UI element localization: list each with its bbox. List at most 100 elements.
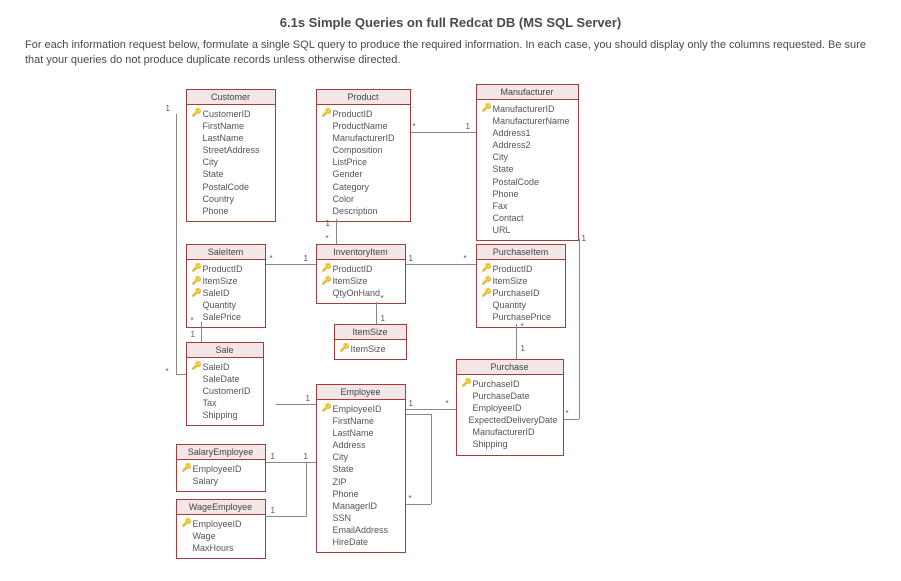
field-name: FirstName [203, 120, 245, 132]
field-name: ItemSize [333, 275, 368, 287]
field-row: State [322, 463, 400, 475]
entity-body: 🔑ProductID🔑ItemSize🔑SaleIDQuantitySalePr… [187, 260, 265, 328]
entity-body: 🔑EmployeeIDFirstNameLastNameAddressCityS… [317, 400, 405, 553]
field-name: SaleID [203, 361, 230, 373]
entity-employee: Employee🔑EmployeeIDFirstNameLastNameAddr… [316, 384, 406, 554]
key-icon: 🔑 [182, 518, 190, 529]
field-name: ManufacturerID [333, 132, 395, 144]
field-row: CustomerID [192, 385, 258, 397]
entity-inventoryitem: InventoryItem 🔑ProductID🔑ItemSizeQtyOnHan… [316, 244, 406, 304]
field-name: Address1 [493, 127, 531, 139]
field-row: Wage [182, 530, 260, 542]
entity-body: 🔑PurchaseIDPurchaseDateEmployeeIDExpecte… [457, 375, 563, 455]
field-name: ProductName [333, 120, 388, 132]
entity-purchaseitem: PurchaseItem🔑ProductID🔑ItemSize🔑Purchase… [476, 244, 566, 329]
field-name: State [203, 168, 224, 180]
field-name: Contact [493, 212, 524, 224]
field-row: LastName [322, 427, 400, 439]
key-icon: 🔑 [192, 361, 200, 372]
key-icon: 🔑 [192, 288, 200, 299]
page-title: 6.1s Simple Queries on full Redcat DB (M… [25, 15, 876, 30]
field-name: Address [333, 439, 366, 451]
field-row: Contact [482, 212, 573, 224]
field-name: ItemSize [351, 343, 386, 355]
entity-itemsize: ItemSize🔑ItemSize [334, 324, 407, 360]
field-name: SaleID [203, 287, 230, 299]
field-row: Country [192, 193, 270, 205]
key-icon: 🔑 [182, 463, 190, 474]
field-row: 🔑ProductID [322, 108, 405, 120]
field-row: Address1 [482, 127, 573, 139]
field-row: EmailAddress [322, 524, 400, 536]
field-row: State [192, 168, 270, 180]
field-row: 🔑ProductID [322, 263, 400, 275]
field-row: Gender [322, 168, 405, 180]
entity-saleitem: SaleItem🔑ProductID🔑ItemSize🔑SaleIDQuanti… [186, 244, 266, 329]
field-name: Wage [193, 530, 216, 542]
field-name: City [493, 151, 509, 163]
key-icon: 🔑 [482, 288, 490, 299]
field-name: ItemSize [493, 275, 528, 287]
field-name: PostalCode [493, 176, 540, 188]
field-name: ItemSize [203, 275, 238, 287]
field-row: 🔑ItemSize [192, 275, 260, 287]
key-icon: 🔑 [340, 343, 348, 354]
entity-header: WageEmployee [177, 500, 265, 515]
field-row: PostalCode [192, 181, 270, 193]
key-icon: 🔑 [482, 103, 490, 114]
entity-product: Product🔑ProductIDProductNameManufacturer… [316, 89, 411, 222]
key-icon: 🔑 [192, 263, 200, 274]
entity-body: 🔑CustomerIDFirstNameLastNameStreetAddres… [187, 105, 275, 221]
field-name: Phone [493, 188, 519, 200]
field-name: StreetAddress [203, 144, 260, 156]
field-name: PurchaseID [493, 287, 540, 299]
field-row: 🔑ItemSize [340, 343, 401, 355]
field-row: HireDate [322, 536, 400, 548]
key-icon: 🔑 [322, 403, 330, 414]
field-row: SaleDate [192, 373, 258, 385]
field-row: ExpectedDeliveryDate [462, 414, 558, 426]
field-name: Color [333, 193, 355, 205]
field-row: ManufacturerID [322, 132, 405, 144]
field-name: Gender [333, 168, 363, 180]
field-row: Address [322, 439, 400, 451]
field-name: ListPrice [333, 156, 368, 168]
field-row: 🔑PurchaseID [482, 287, 560, 299]
field-name: Quantity [493, 299, 527, 311]
field-name: MaxHours [193, 542, 234, 554]
field-name: QtyOnHand [333, 287, 381, 299]
field-name: LastName [203, 132, 244, 144]
field-row: Fax [482, 200, 573, 212]
field-row: 🔑SaleID [192, 287, 260, 299]
field-row: 🔑CustomerID [192, 108, 270, 120]
field-row: ProductName [322, 120, 405, 132]
field-row: Salary [182, 475, 260, 487]
field-row: Quantity [192, 299, 260, 311]
field-name: ZIP [333, 476, 347, 488]
field-row: Description [322, 205, 405, 217]
field-row: ManufacturerName [482, 115, 573, 127]
field-name: Composition [333, 144, 383, 156]
field-name: Phone [333, 488, 359, 500]
field-name: Tax [203, 397, 217, 409]
erd-canvas: Customer🔑CustomerIDFirstNameLastNameStre… [26, 84, 876, 554]
entity-header: InventoryItem [317, 245, 405, 260]
field-row: 🔑EmployeeID [322, 403, 400, 415]
field-name: FirstName [333, 415, 375, 427]
field-name: EmployeeID [333, 403, 382, 415]
field-name: ExpectedDeliveryDate [468, 414, 557, 426]
key-icon: 🔑 [192, 276, 200, 287]
key-icon: 🔑 [322, 263, 330, 274]
entity-body: 🔑ProductIDProductNameManufacturerIDCompo… [317, 105, 410, 221]
entity-header: ItemSize [335, 325, 406, 340]
field-name: HireDate [333, 536, 369, 548]
field-name: City [203, 156, 219, 168]
field-name: ManufacturerID [493, 103, 555, 115]
field-name: SaleDate [203, 373, 240, 385]
field-name: ProductID [333, 263, 373, 275]
entity-manufacturer: Manufacturer🔑ManufacturerIDManufacturerN… [476, 84, 579, 242]
entity-header: PurchaseItem [477, 245, 565, 260]
entity-salaryemployee: SalaryEmployee🔑EmployeeIDSalary [176, 444, 266, 492]
entity-header: Employee [317, 385, 405, 400]
field-row: Shipping [192, 409, 258, 421]
